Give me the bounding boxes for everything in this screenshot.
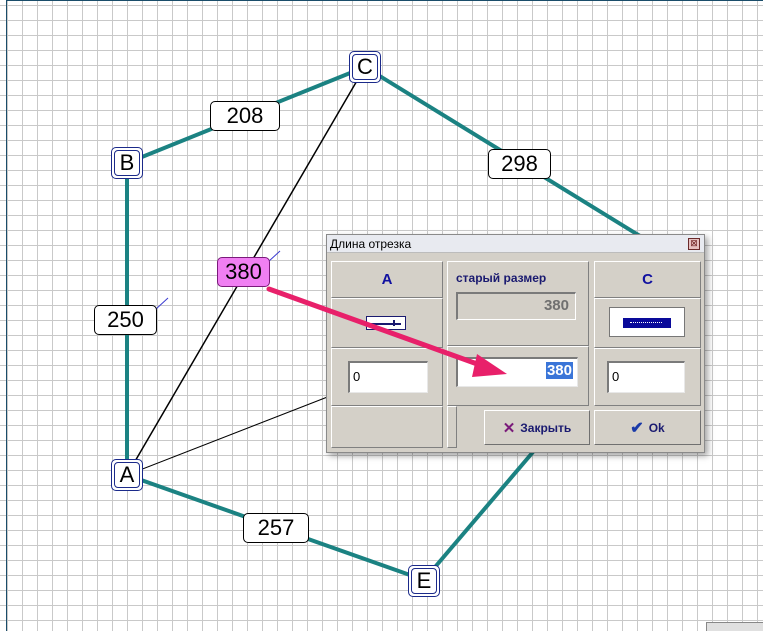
x-icon: ✕	[502, 419, 516, 437]
start-offset-cell: 0	[331, 348, 443, 406]
node-B[interactable]: B	[111, 147, 143, 179]
middle-footer-spacer	[447, 406, 457, 448]
new-size-input[interactable]: 380	[456, 357, 578, 387]
new-size-cell: 380	[447, 346, 589, 406]
close-icon[interactable]: ⊠	[688, 238, 700, 250]
ok-button-label: Ok	[648, 420, 665, 435]
edge-label-250[interactable]: 250	[94, 305, 157, 335]
dialog-title: Длина отрезка	[327, 235, 704, 253]
ok-button[interactable]: ✔ Ok	[594, 410, 701, 445]
segment-start-icon[interactable]	[366, 316, 406, 330]
node-label: A	[114, 462, 140, 488]
edge-label-257[interactable]: 257	[243, 513, 309, 543]
edge-label-208[interactable]: 208	[210, 101, 280, 131]
edge-A-D-thin[interactable]	[126, 395, 331, 476]
status-panel	[706, 622, 763, 631]
start-node-header: A	[331, 261, 443, 298]
node-A[interactable]: A	[111, 459, 143, 491]
edge-label-380-selected[interactable]: 380	[217, 257, 270, 287]
end-offset-cell: 0	[594, 348, 701, 406]
start-icon-cell	[331, 298, 443, 348]
start-offset-input[interactable]: 0	[348, 361, 428, 393]
node-E[interactable]: E	[408, 565, 440, 597]
edge-E-D[interactable]	[422, 450, 535, 582]
new-size-selected-text: 380	[545, 362, 573, 379]
old-size-panel: старый размер 380	[447, 261, 589, 346]
end-icon-cell	[594, 298, 701, 348]
close-dialog-button[interactable]: ✕ Закрыть	[484, 410, 590, 445]
checkmark-icon: ✔	[630, 419, 644, 437]
node-label: B	[114, 150, 140, 176]
segment-dots-icon[interactable]	[609, 307, 685, 337]
old-size-label: старый размер	[456, 271, 547, 285]
end-offset-input[interactable]: 0	[607, 361, 685, 393]
end-node-header: C	[594, 261, 701, 298]
node-label: C	[352, 54, 378, 80]
edge-label-298[interactable]: 298	[488, 149, 551, 179]
label-tick-250	[155, 297, 169, 310]
left-footer-cell	[331, 406, 443, 448]
node-C[interactable]: C	[349, 51, 381, 83]
segment-length-dialog: Длина отрезка ⊠ A 0 старый размер 380 38…	[326, 234, 705, 453]
close-button-label: Закрыть	[520, 420, 572, 435]
old-size-value: 380	[456, 292, 576, 320]
node-label: E	[411, 568, 437, 594]
